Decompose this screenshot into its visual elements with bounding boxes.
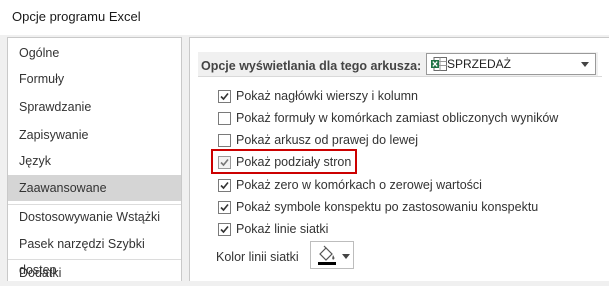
checkmark-icon bbox=[220, 181, 229, 190]
checkbox-outline-symbols[interactable] bbox=[218, 201, 231, 214]
section-title: Opcje wyświetlania dla tego arkusza: bbox=[201, 59, 422, 73]
checkbox-zero-values[interactable] bbox=[218, 179, 231, 192]
option-right-to-left[interactable]: Pokaż arkusz od prawej do lewej bbox=[218, 132, 578, 150]
option-label: Pokaż symbole konspektu po zastosowaniu … bbox=[236, 200, 539, 214]
option-outline-symbols[interactable]: Pokaż symbole konspektu po zastosowaniu … bbox=[218, 199, 578, 217]
checkbox-gridlines[interactable] bbox=[218, 223, 231, 236]
checkbox-formulas[interactable] bbox=[218, 112, 231, 125]
sidebar-item-jezyk[interactable]: Język bbox=[8, 148, 181, 174]
sidebar: Ogólne Formuły Sprawdzanie Zapisywanie J… bbox=[7, 37, 182, 281]
sidebar-item-zapisywanie[interactable]: Zapisywanie bbox=[8, 122, 181, 148]
option-label: Pokaż arkusz od prawej do lewej bbox=[236, 133, 419, 147]
checkmark-icon bbox=[220, 92, 229, 101]
sidebar-item-sprawdzanie[interactable]: Sprawdzanie bbox=[8, 94, 181, 120]
option-label: Pokaż zero w komórkach o zerowej wartośc… bbox=[236, 178, 482, 192]
option-label: Pokaż nagłówki wierszy i kolumn bbox=[236, 89, 419, 103]
option-zero-values[interactable]: Pokaż zero w komórkach o zerowej wartośc… bbox=[218, 177, 578, 195]
sheet-select-value: SPRZEDAŻ bbox=[447, 57, 512, 71]
sidebar-item-dostosowywanie-wstazki[interactable]: Dostosowywanie Wstążki bbox=[8, 204, 181, 230]
excel-sheet-icon bbox=[431, 57, 447, 71]
option-row-headers[interactable]: Pokaż nagłówki wierszy i kolumn bbox=[218, 88, 578, 106]
sidebar-item-dodatki[interactable]: Dodatki bbox=[8, 260, 181, 286]
sidebar-item-zaawansowane[interactable]: Zaawansowane bbox=[8, 175, 181, 201]
sidebar-item-formuly[interactable]: Formuły bbox=[8, 66, 181, 92]
sidebar-item-pasek-narzedzi[interactable]: Pasek narzędzi Szybki dostęp bbox=[8, 231, 181, 277]
option-gridlines[interactable]: Pokaż linie siatki bbox=[218, 221, 578, 239]
sheet-select[interactable]: SPRZEDAŻ bbox=[426, 53, 596, 75]
section-divider bbox=[198, 76, 602, 77]
window-title: Opcje programu Excel bbox=[12, 9, 141, 24]
paint-bucket-icon bbox=[318, 245, 336, 265]
option-label: Pokaż formuły w komórkach zamiast oblicz… bbox=[236, 111, 559, 125]
highlight-box bbox=[211, 149, 357, 174]
checkmark-icon bbox=[220, 225, 229, 234]
chevron-down-icon bbox=[342, 254, 350, 259]
checkbox-row-headers[interactable] bbox=[218, 90, 231, 103]
sidebar-item-ogolne[interactable]: Ogólne bbox=[8, 40, 181, 66]
checkbox-right-to-left[interactable] bbox=[218, 134, 231, 147]
option-label: Pokaż linie siatki bbox=[236, 222, 329, 236]
option-formulas[interactable]: Pokaż formuły w komórkach zamiast oblicz… bbox=[218, 110, 578, 128]
chevron-down-icon bbox=[581, 62, 589, 67]
gridline-color-button[interactable] bbox=[310, 241, 354, 269]
gridline-color-label: Kolor linii siatki bbox=[216, 250, 299, 264]
title-bar: Opcje programu Excel bbox=[0, 0, 609, 35]
checkmark-icon bbox=[220, 203, 229, 212]
